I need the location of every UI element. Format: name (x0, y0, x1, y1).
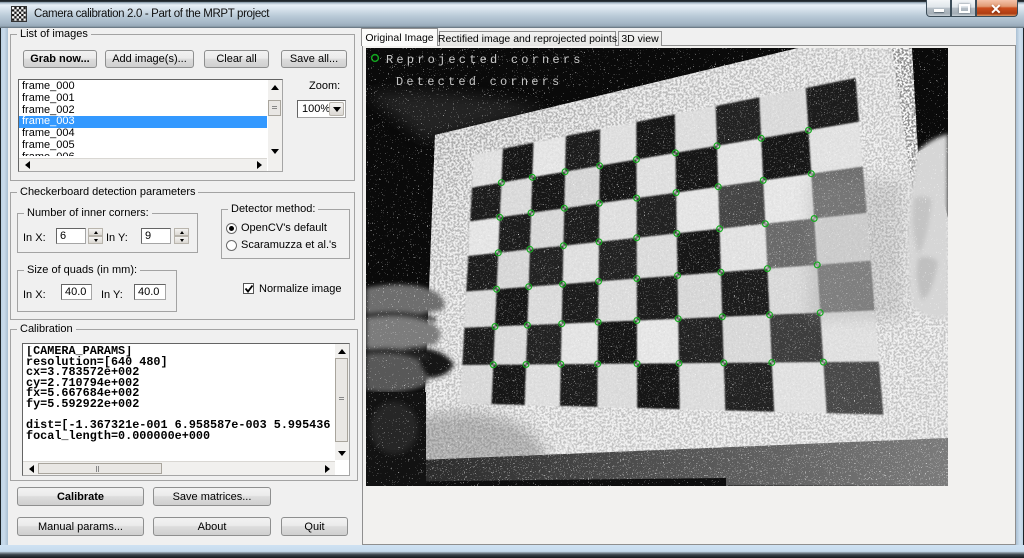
svg-text:Detected corners: Detected corners (396, 75, 562, 89)
svg-text:Reprojected corners: Reprojected corners (386, 53, 584, 67)
